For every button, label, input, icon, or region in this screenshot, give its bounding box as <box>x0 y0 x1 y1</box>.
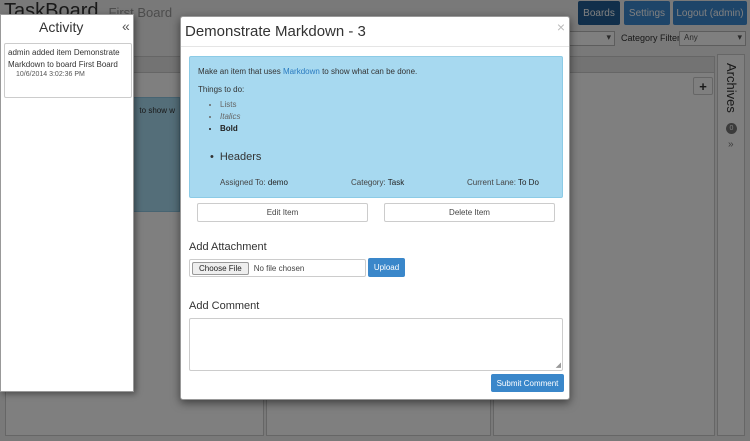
file-input[interactable]: Choose File No file chosen <box>189 259 366 277</box>
modal-header: Demonstrate Markdown - 3 × <box>181 17 569 47</box>
lane-value: To Do <box>518 178 539 187</box>
delete-item-button[interactable]: Delete Item <box>384 203 555 222</box>
assigned-label: Assigned To: <box>220 178 266 187</box>
todo-item: Italics <box>220 111 240 123</box>
todo-item: Lists <box>220 99 240 111</box>
activity-title: Activity <box>39 19 84 35</box>
activity-entry-time: 10/6/2014 3:02:36 PM <box>16 71 85 78</box>
file-status: No file chosen <box>253 263 305 273</box>
headers-list-item: Headers <box>210 151 262 163</box>
close-icon[interactable]: × <box>557 19 565 35</box>
activity-panel: Activity « admin added item Demonstrate … <box>0 14 134 392</box>
activity-entry-text: admin added item Demonstrate Markdown to… <box>8 48 120 69</box>
description-suffix: to show what can be done. <box>319 67 418 76</box>
category: Category: Task <box>351 178 404 187</box>
category-value: Task <box>387 178 405 187</box>
todo-label: Things to do: <box>198 85 245 94</box>
lane-label: Current Lane: <box>467 178 516 187</box>
add-attachment-label: Add Attachment <box>189 241 267 253</box>
activity-entry: admin added item Demonstrate Markdown to… <box>4 43 132 98</box>
item-description: Make an item that uses Markdown to show … <box>198 67 417 76</box>
markdown-link[interactable]: Markdown <box>283 67 320 76</box>
item-description-box: Make an item that uses Markdown to show … <box>189 56 563 198</box>
upload-button[interactable]: Upload <box>368 258 405 277</box>
resize-grip-icon[interactable]: ◢ <box>556 361 561 369</box>
category-label: Category: <box>351 178 386 187</box>
add-comment-label: Add Comment <box>189 300 260 312</box>
description-prefix: Make an item that uses <box>198 67 283 76</box>
modal-title: Demonstrate Markdown - 3 <box>185 23 366 40</box>
comment-textarea[interactable]: ◢ <box>189 318 563 371</box>
current-lane: Current Lane: To Do <box>467 178 539 187</box>
edit-item-button[interactable]: Edit Item <box>197 203 368 222</box>
submit-comment-button[interactable]: Submit Comment <box>491 374 564 392</box>
collapse-activity-icon[interactable]: « <box>122 18 130 34</box>
item-detail-modal: Demonstrate Markdown - 3 × Make an item … <box>180 16 570 400</box>
todo-item: Bold <box>220 123 240 135</box>
todo-list: Lists Italics Bold <box>220 99 240 135</box>
assigned-to: Assigned To: demo <box>220 178 288 187</box>
assigned-value: demo <box>267 178 288 187</box>
choose-file-button[interactable]: Choose File <box>192 261 249 275</box>
